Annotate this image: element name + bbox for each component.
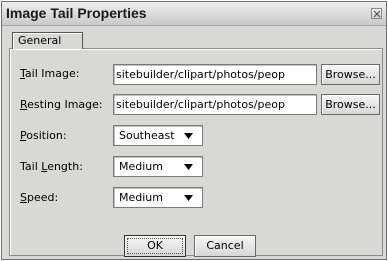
tab-general[interactable]: General <box>12 32 83 49</box>
cancel-button[interactable]: Cancel <box>194 235 256 257</box>
position-label: Position: <box>20 129 67 142</box>
tab-general-label: General <box>18 34 62 47</box>
position-select[interactable]: Southeast <box>113 125 203 146</box>
ok-button-label: OK <box>127 238 183 254</box>
image-tail-properties-dialog: Image Tail Properties General Tail Image… <box>1 1 387 260</box>
dialog-title: Image Tail Properties <box>6 5 147 21</box>
resting-image-label: Resting Image: <box>20 98 103 111</box>
tail-image-value: sitebuilder/clipart/photos/peop <box>116 68 285 81</box>
tail-length-select[interactable]: Medium <box>113 156 203 177</box>
speed-value: Medium <box>119 191 163 204</box>
caret-down-icon <box>184 164 193 170</box>
tail-image-browse-button[interactable]: Browse... <box>321 64 380 85</box>
close-x-icon <box>373 10 381 18</box>
tail-image-label: Tail Image: <box>20 67 80 80</box>
close-button[interactable] <box>371 8 382 19</box>
caret-down-icon <box>184 195 193 201</box>
position-value: Southeast <box>119 129 175 142</box>
speed-label: Speed: <box>20 191 59 204</box>
title-bar[interactable]: Image Tail Properties <box>2 2 386 26</box>
tail-length-label: Tail Length: <box>20 160 83 173</box>
caret-down-icon <box>184 133 193 139</box>
speed-select[interactable]: Medium <box>113 187 203 208</box>
resting-image-browse-button[interactable]: Browse... <box>321 94 380 115</box>
general-panel: Tail Image: sitebuilder/clipart/photos/p… <box>9 48 383 257</box>
resting-image-value: sitebuilder/clipart/photos/peop <box>116 98 285 111</box>
ok-button[interactable]: OK <box>124 235 186 257</box>
resting-image-field[interactable]: sitebuilder/clipart/photos/peop <box>113 94 317 115</box>
tail-image-field[interactable]: sitebuilder/clipart/photos/peop <box>113 64 317 85</box>
tail-length-value: Medium <box>119 160 163 173</box>
